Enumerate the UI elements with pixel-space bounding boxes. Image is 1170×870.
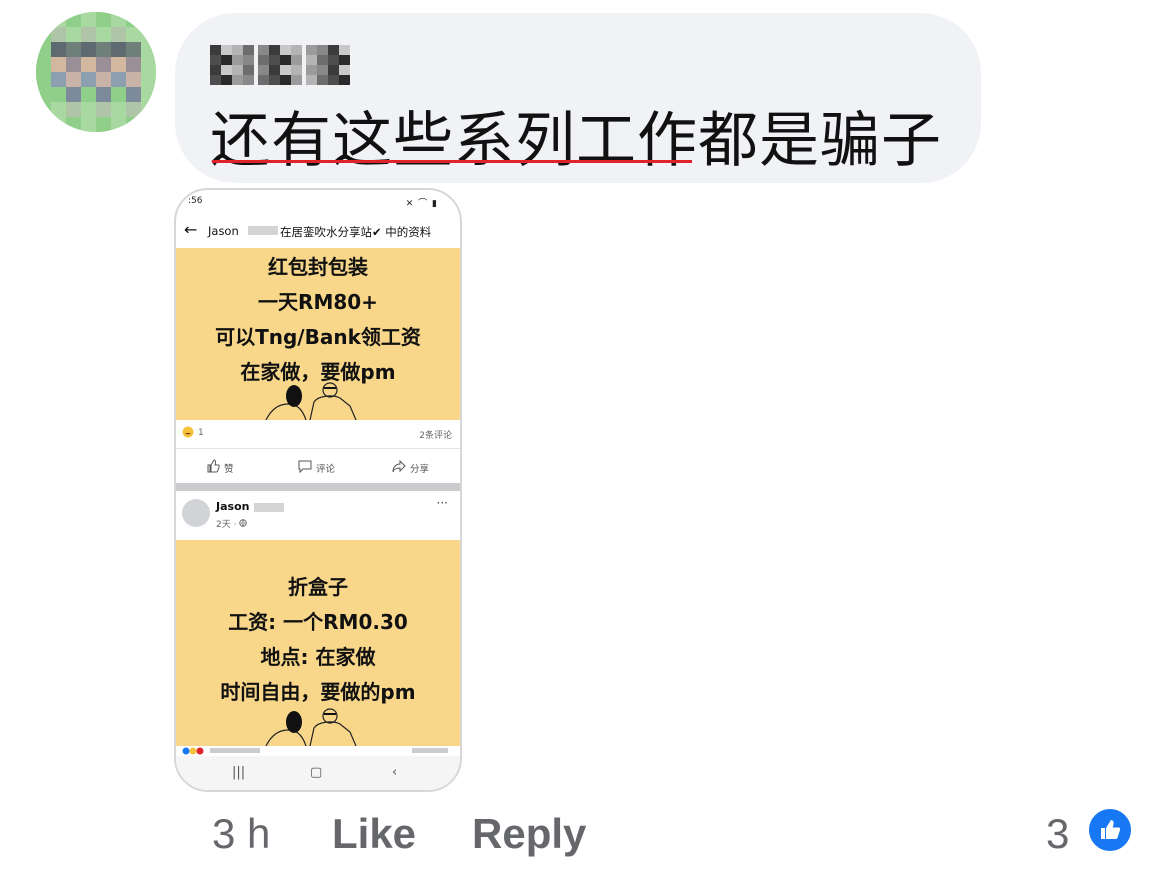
comment-timestamp[interactable]: 3 h bbox=[212, 810, 270, 858]
post2-avatar[interactable] bbox=[182, 499, 210, 527]
home-icon[interactable]: ▢ bbox=[310, 765, 322, 780]
phone-status-bar: :56 ✕ ⌒ ▮ bbox=[176, 190, 460, 212]
name-redaction bbox=[248, 226, 278, 235]
post1-line: 可以Tng/Bank领工资 bbox=[215, 325, 421, 349]
like-button[interactable]: Like bbox=[332, 810, 416, 858]
like-action-label: 赞 bbox=[224, 463, 234, 475]
profile-name: Jason bbox=[208, 224, 239, 238]
group-label: 在居銮吹水分享站✔ 中的资料 bbox=[280, 225, 432, 239]
comment-thread: 还有这些系列工作都是骗子 :56 ✕ ⌒ ▮ ← Jason 在居銮吹水分享站✔… bbox=[0, 0, 1170, 870]
post2-meta: 2天 · bbox=[216, 517, 248, 530]
status-time: :56 bbox=[188, 196, 203, 206]
like-action[interactable]: 赞 bbox=[206, 459, 234, 476]
post-card-2: 折盒子 工资: 一个RM0.30 地点: 在家做 时间自由，要做的pm bbox=[176, 540, 460, 746]
post2-header: Jason 2天 · ··· bbox=[176, 491, 460, 539]
like-count[interactable]: 3 bbox=[1046, 810, 1069, 858]
comment-action[interactable]: 评论 bbox=[298, 459, 335, 476]
phone-app-bar: ← Jason 在居銮吹水分享站✔ 中的资料 bbox=[176, 216, 460, 246]
more-options-icon[interactable]: ··· bbox=[437, 496, 448, 510]
post1-reaction-bar: 1 2条评论 bbox=[176, 420, 460, 446]
comment-count: 2条评论 bbox=[419, 431, 452, 441]
comment-text: 还有这些系列工作都是骗子 bbox=[210, 106, 942, 176]
next-reaction-peek bbox=[176, 746, 460, 756]
globe-icon bbox=[239, 519, 248, 530]
post2-line: 时间自由，要做的pm bbox=[220, 680, 416, 704]
author-redaction bbox=[254, 503, 284, 512]
android-nav-bar: ||| ▢ ‹ bbox=[176, 756, 460, 790]
back-icon[interactable]: ‹ bbox=[392, 765, 397, 780]
share-arrow-icon bbox=[392, 459, 406, 476]
comment-bubble-icon bbox=[298, 459, 312, 476]
recent-apps-icon[interactable]: ||| bbox=[232, 765, 245, 780]
post2-line: 折盒子 bbox=[288, 575, 348, 599]
post-separator bbox=[176, 483, 460, 491]
thumbs-up-icon bbox=[206, 459, 220, 476]
laugh-reaction-icon bbox=[182, 426, 194, 441]
comment-footer: 3 h Like Reply 3 bbox=[0, 800, 1170, 870]
attached-screenshot[interactable]: :56 ✕ ⌒ ▮ ← Jason 在居銮吹水分享站✔ 中的资料 红包封包装 一… bbox=[174, 188, 462, 792]
red-underline bbox=[212, 160, 692, 163]
share-action[interactable]: 分享 bbox=[392, 459, 429, 476]
status-icons: ✕ ⌒ ▮ bbox=[405, 199, 438, 209]
back-arrow-icon: ← bbox=[184, 220, 198, 239]
people-illustration bbox=[265, 382, 357, 420]
reply-button[interactable]: Reply bbox=[472, 810, 586, 858]
post2-author[interactable]: Jason bbox=[216, 500, 249, 513]
post1-line: 一天RM80+ bbox=[258, 290, 378, 314]
post1-actions: 赞 评论 分享 bbox=[176, 448, 460, 483]
people-illustration bbox=[265, 708, 357, 746]
post1-line: 红包封包装 bbox=[268, 255, 368, 279]
reaction-count: 1 bbox=[198, 428, 204, 438]
post2-time: 2天 · bbox=[216, 520, 240, 530]
commenter-name-redacted[interactable] bbox=[210, 45, 350, 85]
like-badge-icon[interactable] bbox=[1086, 806, 1134, 854]
post-card-1: 红包封包装 一天RM80+ 可以Tng/Bank领工资 在家做，要做pm bbox=[176, 248, 460, 420]
commenter-avatar[interactable] bbox=[36, 12, 156, 132]
post2-line: 工资: 一个RM0.30 bbox=[228, 610, 408, 634]
share-action-label: 分享 bbox=[410, 463, 430, 475]
comment-action-label: 评论 bbox=[316, 463, 336, 475]
post2-line: 地点: 在家做 bbox=[260, 645, 376, 669]
